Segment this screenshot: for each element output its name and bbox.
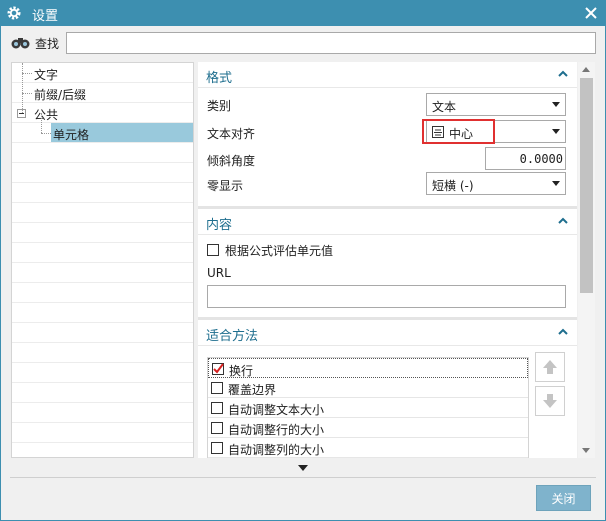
chevron-down-icon [552,102,560,107]
tree-item-prefix-suffix[interactable]: 前缀/后缀 [12,83,193,103]
content-header[interactable]: 内容 [198,209,577,235]
section-title: 内容 [206,218,233,233]
footer-divider [10,477,596,478]
tree-item-label: 公共 [34,108,59,122]
chevron-down-icon [552,181,560,186]
tree-item-label: 单元格 [53,128,90,142]
list-item[interactable]: 自动调整行的大小 [208,418,528,438]
list-item[interactable]: 换行 [208,358,528,378]
check-icon [213,363,224,374]
category-select[interactable]: 文本 [426,93,566,116]
settings-tree[interactable]: 文字 前缀/后缀 公共 单元格 [11,62,194,458]
tree-item-common[interactable]: 公共 [12,103,193,123]
chevron-up-icon[interactable] [557,326,569,338]
auto-row-size-checkbox[interactable] [211,422,223,434]
list-item[interactable]: 自动调整列的大小 [208,438,528,458]
section-title: 格式 [206,71,233,86]
auto-column-size-checkbox[interactable] [211,442,223,454]
vertical-scrollbar[interactable] [578,62,595,458]
arrow-up-icon [543,360,557,374]
chevron-up-icon[interactable] [557,68,569,80]
properties-panel: 格式 类别 文本 文本对齐 中心 倾斜角度 0.0000 零显示 短横 (-) [198,62,577,458]
list-item[interactable]: 自动调整文本大小 [208,398,528,418]
find-button[interactable]: 查找 [10,35,59,52]
window-title: 设置 [32,9,59,24]
find-label: 查找 [35,36,60,51]
tree-item-cell[interactable]: 单元格 [12,123,193,143]
expand-more-icon[interactable] [298,465,308,471]
binoculars-icon [11,38,30,49]
zero-display-select[interactable]: 短横 (-) [426,172,566,195]
fit-header[interactable]: 适合方法 [198,320,577,346]
fit-section: 适合方法 换行 覆盖边界 自动调整文本大小 自动调整行的大小 自动调整列的大小 [198,320,577,458]
tree-item-text[interactable]: 文字 [12,63,193,83]
highlight-box [422,119,495,144]
section-title: 适合方法 [206,329,259,344]
tree-item-label: 前缀/后缀 [34,88,87,102]
chevron-down-icon [552,129,560,134]
align-label: 文本对齐 [207,127,256,141]
gear-icon [7,6,21,20]
formula-checkbox[interactable] [207,244,219,256]
find-input[interactable] [66,32,596,54]
scroll-thumb[interactable] [580,78,593,293]
find-row: 查找 [10,32,59,54]
zero-display-label: 零显示 [207,179,244,193]
format-section: 格式 类别 文本 文本对齐 中心 倾斜角度 0.0000 零显示 短横 (-) [198,62,577,209]
category-label: 类别 [207,99,232,113]
format-header[interactable]: 格式 [198,62,577,88]
angle-input[interactable]: 0.0000 [485,147,566,170]
content-section: 内容 根据公式评估单元值 URL [198,209,577,320]
fit-method-list[interactable]: 换行 覆盖边界 自动调整文本大小 自动调整行的大小 自动调整列的大小 缩回 [207,357,529,458]
chevron-up-icon[interactable] [557,215,569,227]
title-bar: 设置 [0,0,606,26]
arrow-down-icon [543,394,557,408]
move-up-button[interactable] [535,352,565,382]
tree-item-label: 文字 [34,68,59,82]
move-down-button[interactable] [535,386,565,416]
angle-label: 倾斜角度 [207,154,256,168]
wrap-checkbox[interactable] [212,363,224,375]
scroll-up-icon[interactable] [582,67,590,72]
scroll-down-icon[interactable] [582,448,590,453]
auto-text-size-checkbox[interactable] [211,402,223,414]
close-button[interactable]: 关闭 [536,485,591,511]
url-label: URL [207,266,231,280]
close-icon[interactable] [582,4,600,22]
overflow-checkbox[interactable] [211,382,223,394]
formula-label: 根据公式评估单元值 [225,244,334,258]
url-input[interactable] [207,285,566,308]
list-item[interactable]: 覆盖边界 [208,378,528,398]
